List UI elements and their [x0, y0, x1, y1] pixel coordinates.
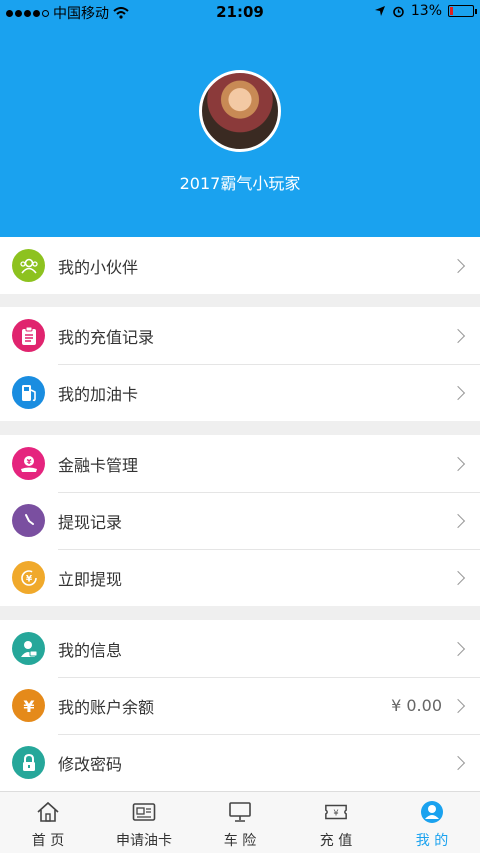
- menu-item[interactable]: 提现记录: [0, 492, 480, 549]
- menu-item-label: 我的小伙伴: [58, 257, 139, 277]
- ticket-icon: ¥: [324, 800, 348, 824]
- chevron-right-icon: [450, 641, 466, 656]
- tab-monitor[interactable]: 车 险: [192, 792, 288, 853]
- menu-item[interactable]: ¥ 立即提现: [0, 549, 480, 606]
- menu-item-label: 提现记录: [58, 512, 123, 532]
- card-icon: [132, 800, 156, 824]
- fuel-pump-icon: [12, 376, 45, 409]
- tab-home[interactable]: 首 页: [0, 792, 96, 853]
- chevron-right-icon: [450, 513, 466, 528]
- battery-percent: 13%: [410, 3, 442, 19]
- chevron-right-icon: [450, 385, 466, 400]
- menu-item-label: 立即提现: [58, 569, 123, 589]
- profile-header: 2017霸气小玩家: [0, 24, 480, 237]
- menu-item[interactable]: ¥ 金融卡管理: [0, 435, 480, 492]
- battery-icon: [448, 5, 477, 17]
- svg-text:¥: ¥: [23, 697, 34, 715]
- tab-label: 我 的: [415, 833, 449, 849]
- menu-item-label: 修改密码: [58, 754, 123, 774]
- svg-text:¥: ¥: [26, 458, 31, 466]
- balance-value: ¥ 0.00: [391, 696, 442, 715]
- menu-item[interactable]: 修改密码: [0, 734, 480, 791]
- alarm-icon: [393, 6, 404, 17]
- menu-item[interactable]: ¥ 我的账户余额 ¥ 0.00: [0, 677, 480, 734]
- user-card-icon: [12, 632, 45, 665]
- tab-label: 申请油卡: [116, 833, 172, 849]
- menu-item-label: 我的充值记录: [58, 327, 155, 347]
- location-arrow-icon: [374, 6, 385, 16]
- menu-item[interactable]: 我的充值记录: [0, 307, 480, 364]
- chevron-right-icon: [450, 698, 466, 713]
- chevron-right-icon: [450, 456, 466, 471]
- partners-icon: [12, 249, 45, 282]
- yuan-hand-icon: ¥: [12, 447, 45, 480]
- home-icon: [36, 800, 60, 824]
- menu-item-label: 我的账户余额: [58, 697, 155, 717]
- menu-item[interactable]: 我的加油卡: [0, 364, 480, 421]
- menu-group: 我的小伙伴: [0, 237, 480, 294]
- chevron-right-icon: [450, 570, 466, 585]
- yuan-coin-icon: ¥: [12, 561, 45, 594]
- tab-label: 车 险: [223, 833, 257, 849]
- tab-profile[interactable]: 我 的: [384, 792, 480, 853]
- chevron-right-icon: [450, 755, 466, 770]
- tab-label: 首 页: [31, 833, 65, 849]
- status-bar: 中国移动 21:09 13%: [0, 0, 480, 24]
- tab-label: 充 值: [319, 833, 353, 849]
- avatar[interactable]: [199, 70, 281, 152]
- profile-icon: [420, 800, 444, 824]
- tab-ticket[interactable]: ¥ 充 值: [288, 792, 384, 853]
- tab-card[interactable]: 申请油卡: [96, 792, 192, 853]
- yuan-icon: ¥: [12, 689, 45, 722]
- menu-item[interactable]: 我的小伙伴: [0, 237, 480, 294]
- chevron-right-icon: [450, 258, 466, 273]
- menu-item-label: 金融卡管理: [58, 455, 139, 475]
- menu-item[interactable]: 我的信息: [0, 620, 480, 677]
- menu-group: ¥ 金融卡管理提现记录 ¥ 立即提现: [0, 435, 480, 606]
- monitor-icon: [228, 800, 252, 824]
- svg-text:¥: ¥: [25, 574, 32, 584]
- chevron-right-icon: [450, 328, 466, 343]
- menu-item-label: 我的信息: [58, 640, 123, 660]
- tab-bar: 首 页 申请油卡 车 险 ¥ 充 值 我 的: [0, 791, 480, 853]
- clipboard-icon: [12, 319, 45, 352]
- lock-icon: [12, 746, 45, 779]
- clock-icon: [12, 504, 45, 537]
- menu-group: 我的信息 ¥ 我的账户余额 ¥ 0.00 修改密码: [0, 620, 480, 791]
- menu-group: 我的充值记录 我的加油卡: [0, 307, 480, 421]
- svg-text:¥: ¥: [333, 808, 338, 818]
- username: 2017霸气小玩家: [179, 174, 301, 193]
- menu-item-label: 我的加油卡: [58, 384, 139, 404]
